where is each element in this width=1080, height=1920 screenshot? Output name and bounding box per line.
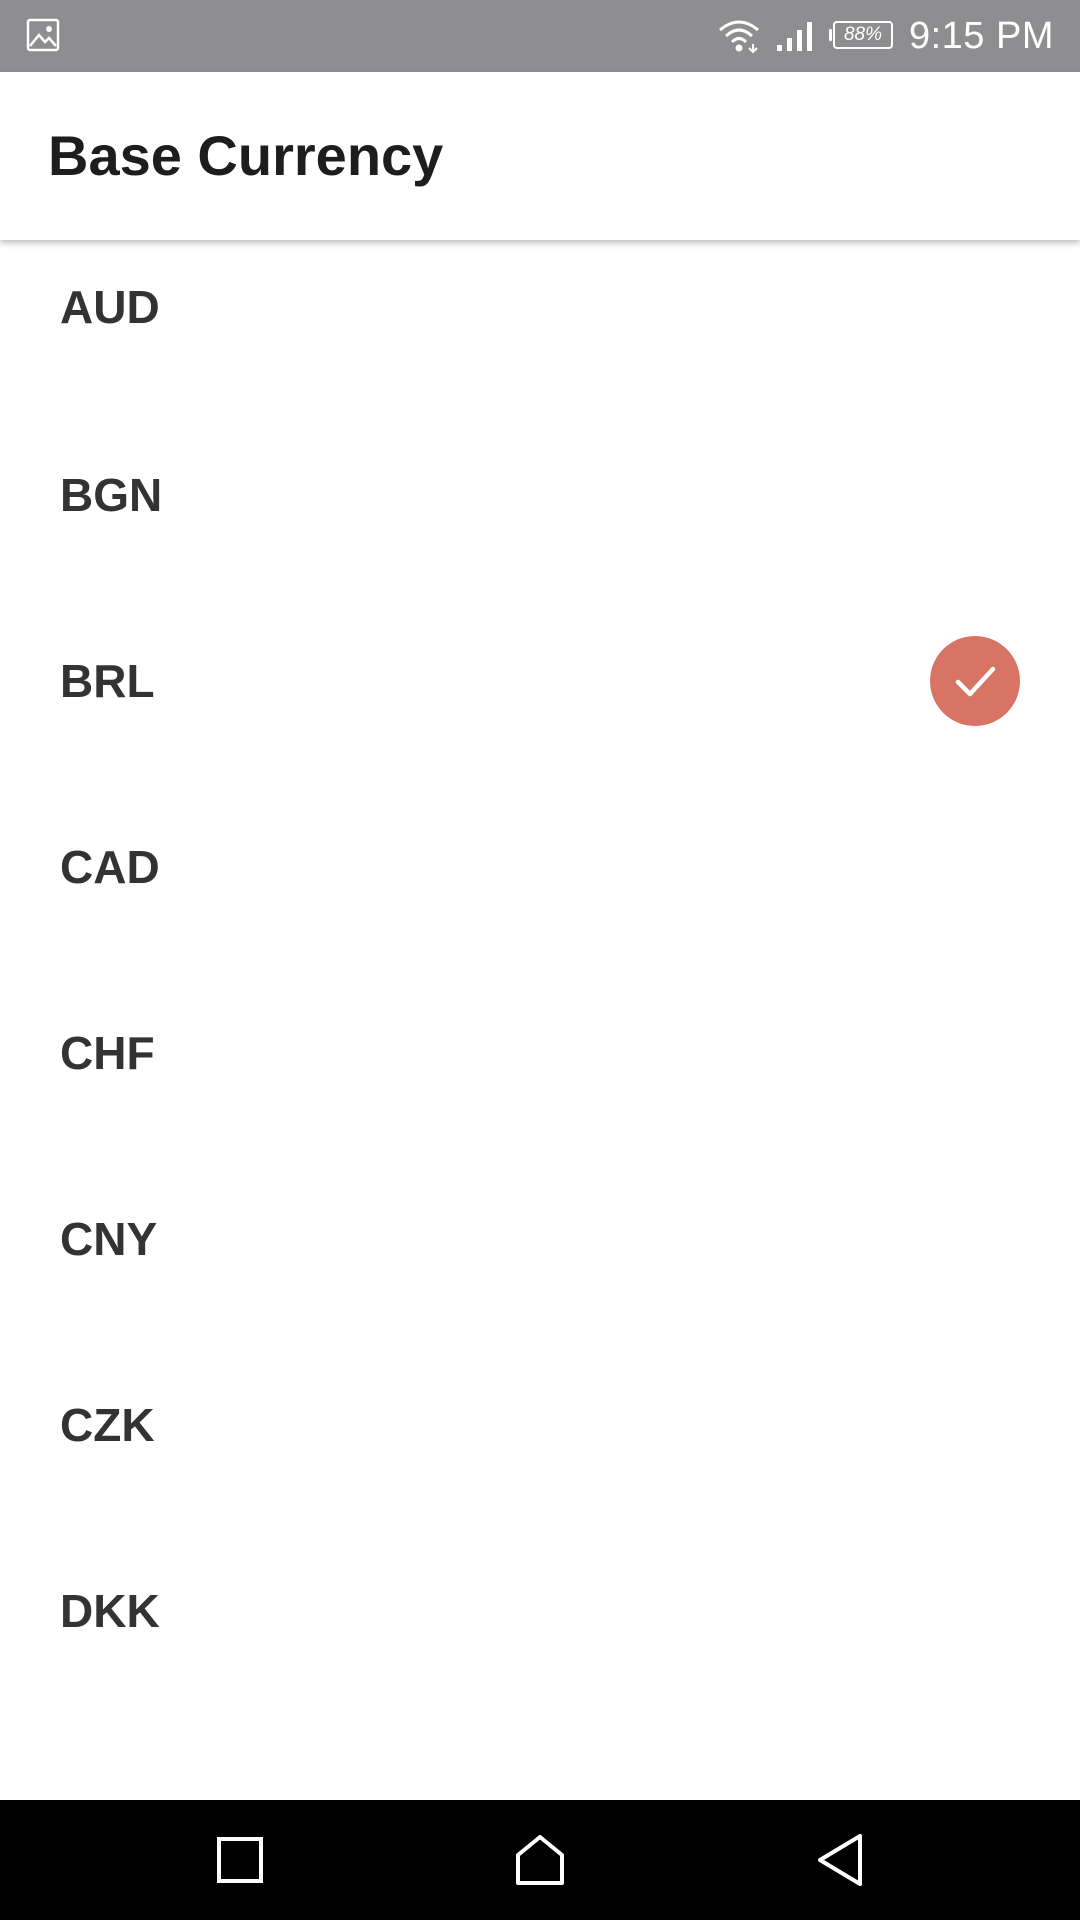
currency-code: CNY: [60, 1213, 158, 1265]
currency-item-cad[interactable]: CAD: [0, 774, 1080, 960]
currency-item-cny[interactable]: CNY: [0, 1146, 1080, 1332]
navigation-bar: [0, 1800, 1080, 1920]
currency-code: CAD: [60, 841, 160, 893]
recents-icon: [217, 1837, 263, 1883]
currency-list: AUD BGN BRL CAD CHF CNY CZK DKK: [0, 240, 1080, 1800]
currency-code: DKK: [60, 1585, 160, 1637]
gallery-icon: [26, 18, 60, 52]
currency-code: AUD: [60, 281, 160, 333]
currency-item-brl[interactable]: BRL: [0, 588, 1080, 774]
back-button[interactable]: [780, 1800, 900, 1920]
home-button[interactable]: [480, 1800, 600, 1920]
wifi-icon: [719, 20, 759, 54]
currency-code: BGN: [60, 469, 163, 521]
currency-code: CHF: [60, 1027, 155, 1079]
battery-percent: 88%: [843, 24, 882, 45]
clock: 9:15 PM: [908, 14, 1054, 57]
selected-check-icon: [930, 636, 1020, 726]
recents-button[interactable]: [180, 1800, 300, 1920]
currency-item-bgn[interactable]: BGN: [0, 402, 1080, 588]
currency-code: BRL: [60, 655, 155, 707]
screen: 88% 9:15 PM Base Currency AUD BGN BRL CA…: [0, 0, 1080, 1920]
battery-icon: 88%: [828, 21, 895, 51]
signal-icon: [776, 22, 812, 51]
currency-item-dkk[interactable]: DKK: [0, 1518, 1080, 1704]
back-icon: [818, 1834, 862, 1886]
status-bar: 88% 9:15 PM: [0, 0, 1080, 72]
home-icon: [516, 1835, 564, 1885]
page-title: Base Currency: [48, 124, 444, 187]
currency-code: CZK: [60, 1399, 155, 1451]
currency-item-czk[interactable]: CZK: [0, 1332, 1080, 1518]
currency-item-chf[interactable]: CHF: [0, 960, 1080, 1146]
currency-item-aud[interactable]: AUD: [0, 240, 1080, 402]
app-bar: Base Currency: [0, 72, 1080, 240]
status-icons: 88% 9:15 PM: [717, 0, 1054, 72]
